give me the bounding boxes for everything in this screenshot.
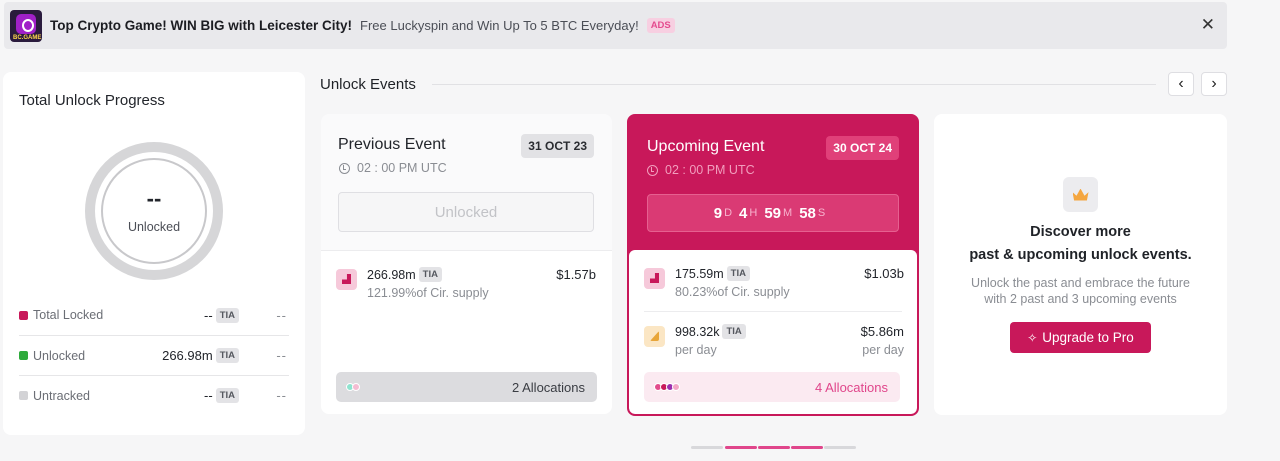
close-icon[interactable]: ✕ — [1201, 16, 1215, 34]
unlock-events-title: Unlock Events — [320, 76, 416, 93]
ring-value: -- — [146, 186, 162, 211]
pager-dot[interactable] — [824, 446, 856, 449]
legend-color-dot — [19, 351, 28, 360]
event-date: 31 OCT 23 — [521, 134, 594, 158]
clock-icon — [339, 162, 350, 174]
tia-badge: TIA — [722, 324, 746, 339]
ads-badge: ADS — [646, 18, 675, 33]
allocation-usd: $1.03b — [864, 266, 904, 281]
allocation-row: 998.32k TIA per day $5.86m per day — [644, 324, 904, 357]
countdown-minutes: 59 — [764, 204, 782, 222]
countdown-timer: 9D 4H 59 M 58 S — [647, 194, 899, 232]
countdown-seconds: 58 — [799, 204, 816, 222]
chevron-right-icon: › — [1211, 75, 1217, 92]
event-time: 02 : 00 PM UTC — [647, 163, 755, 177]
legend-label: Total Locked — [33, 308, 104, 322]
previous-event-card: Previous Event 31 OCT 23 02 : 00 PM UTC … — [321, 114, 612, 414]
legend-value: -- — [204, 388, 213, 403]
tia-badge: TIA — [215, 307, 239, 323]
allocations-button[interactable]: 4 Allocations — [644, 372, 900, 402]
clock-icon — [647, 164, 658, 176]
upgrade-pro-card: Discover more past & upcoming unlock eve… — [934, 114, 1227, 415]
legend-color-dot — [19, 391, 28, 400]
ad-logo: BC.GAME — [10, 9, 42, 42]
tia-badge: TIA — [215, 388, 239, 403]
next-events-button[interactable]: › — [1201, 72, 1227, 96]
pager-dot-active[interactable] — [725, 446, 757, 449]
legend-tail: -- — [276, 307, 287, 323]
total-unlock-progress-card: Total Unlock Progress -- Unlocked Total … — [3, 72, 305, 435]
event-title: Upcoming Event — [647, 138, 765, 155]
legend-tail: -- — [276, 388, 287, 403]
legend-tail: -- — [276, 348, 287, 363]
allocation-amount: 998.32k — [675, 324, 720, 339]
sparkle-icon: ✧ — [1027, 330, 1038, 345]
allocation-rate: per day — [675, 343, 717, 357]
legend-value: -- — [204, 307, 213, 323]
legend-untracked: Untracked -- TIA -- — [19, 375, 289, 415]
event-time: 02 : 00 PM UTC — [339, 161, 447, 175]
allocation-row: 175.59m TIA 80.23%of Cir. supply $1.03b — [644, 266, 904, 299]
divider — [432, 84, 1156, 85]
pro-heading-2: past & upcoming unlock events. — [969, 247, 1192, 263]
allocations-count: 4 Allocations — [815, 379, 888, 395]
allocation-supply: 121.99%of Cir. supply — [367, 286, 489, 300]
unlocked-status: Unlocked — [338, 192, 594, 232]
allocation-icon — [644, 326, 665, 347]
pager-dot-active[interactable] — [791, 446, 823, 449]
allocation-row: 266.98m TIA 121.99%of Cir. supply $1.57b — [336, 267, 596, 300]
legend-value: 266.98m — [162, 348, 213, 363]
ad-description: Free Luckyspin and Win Up To 5 BTC Every… — [360, 18, 639, 33]
pro-description-2: with 2 past and 3 upcoming events — [984, 292, 1177, 306]
countdown-hours: 4 — [739, 204, 748, 222]
legend-color-dot — [19, 310, 28, 320]
unlock-progress-ring: -- Unlocked — [85, 142, 223, 280]
chevron-left-icon: ‹ — [1178, 75, 1184, 92]
ad-banner[interactable]: BC.GAME Top Crypto Game! WIN BIG with Le… — [4, 2, 1227, 49]
ad-logo-text: BC.GAME — [13, 34, 42, 41]
legend-label: Untracked — [33, 388, 90, 403]
pro-heading: Discover more — [1030, 224, 1131, 240]
pro-description: Unlock the past and embrace the future — [971, 276, 1190, 290]
allocations-button[interactable]: 2 Allocations — [336, 372, 597, 402]
legend-label: Unlocked — [33, 348, 86, 363]
ring-label: Unlocked — [127, 220, 181, 234]
event-date: 30 OCT 24 — [826, 136, 899, 160]
countdown-days: 9 — [713, 204, 723, 222]
allocation-dots — [346, 383, 360, 391]
upgrade-to-pro-button[interactable]: ✧ Upgrade to Pro — [1010, 322, 1151, 353]
allocation-amount: 266.98m — [367, 267, 416, 282]
allocation-usd-rate: per day — [862, 343, 904, 357]
prev-events-button[interactable]: ‹ — [1168, 72, 1194, 96]
tia-badge: TIA — [726, 266, 750, 281]
allocation-usd: $1.57b — [556, 267, 596, 282]
pager-dot[interactable] — [691, 446, 723, 449]
allocation-usd: $5.86m — [860, 324, 904, 339]
crown-icon — [1063, 177, 1098, 212]
allocation-amount: 175.59m — [675, 266, 724, 281]
allocation-dots — [654, 383, 680, 391]
ad-title[interactable]: Top Crypto Game! WIN BIG with Leicester … — [50, 18, 352, 33]
card-title: Total Unlock Progress — [19, 92, 165, 109]
pager-dot-active[interactable] — [758, 446, 790, 449]
tia-badge: TIA — [215, 348, 239, 363]
legend-unlocked: Unlocked 266.98m TIA -- — [19, 335, 289, 375]
allocation-icon — [336, 269, 357, 290]
upcoming-event-card: Upcoming Event 30 OCT 24 02 : 00 PM UTC … — [627, 114, 919, 416]
allocation-icon — [644, 268, 665, 289]
upgrade-button-label: Upgrade to Pro — [1042, 330, 1134, 345]
allocations-count: 2 Allocations — [512, 379, 585, 395]
tia-badge: TIA — [418, 267, 442, 282]
event-title: Previous Event — [338, 136, 446, 153]
allocation-supply: 80.23%of Cir. supply — [675, 285, 790, 299]
legend-total-locked: Total Locked -- TIA -- — [19, 295, 289, 335]
